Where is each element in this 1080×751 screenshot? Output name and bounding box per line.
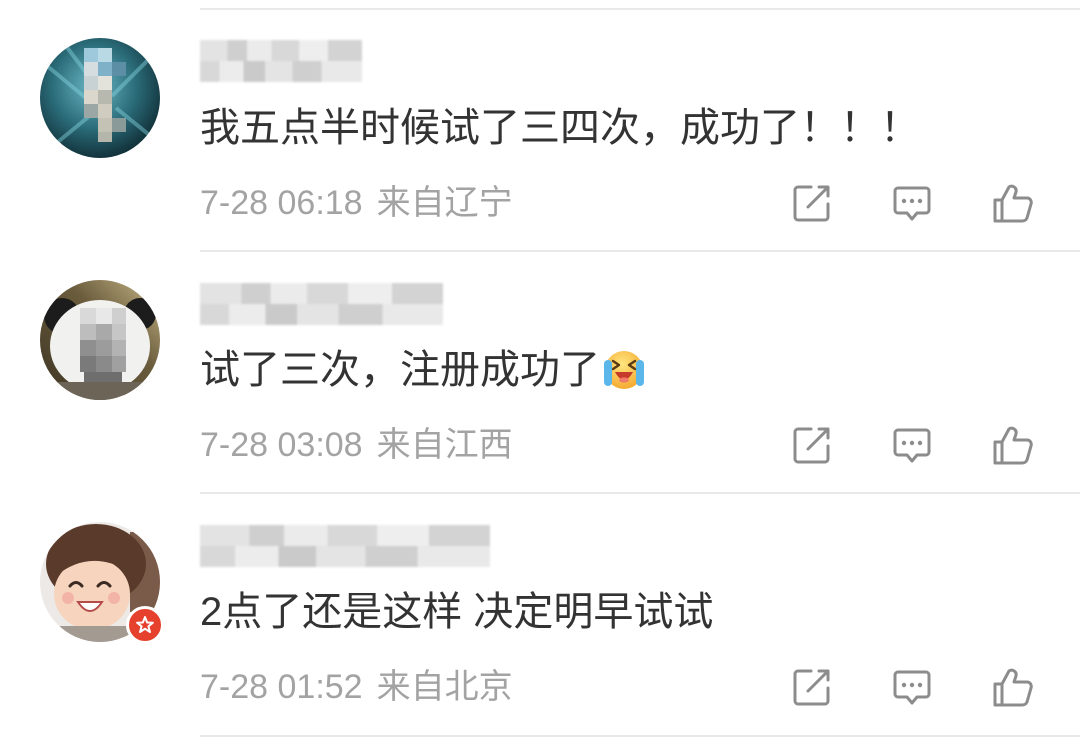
repost-icon <box>793 185 830 222</box>
comment-time: 7-28 06:18 <box>200 184 363 222</box>
avatar-image <box>40 280 160 400</box>
comment-item: 试了三次，注册成功了 7-28 03:08 来自江西 <box>0 250 1080 492</box>
avatar-image <box>40 38 160 158</box>
repost-icon <box>793 669 830 706</box>
reply-button[interactable] <box>890 181 934 225</box>
verified-star-badge <box>126 606 164 644</box>
comment-text: 试了三次，注册成功了 <box>200 346 646 394</box>
comment-icon <box>893 428 931 463</box>
comment-text-content: 试了三次，注册成功了 <box>200 348 600 392</box>
reply-button[interactable] <box>890 423 934 467</box>
divider <box>200 735 1080 737</box>
like-button[interactable] <box>990 423 1034 467</box>
comment-list: 我五点半时候试了三四次，成功了！！！ 7-28 06:18 来自辽宁 试了三次，… <box>0 0 1080 751</box>
comment-text-content: 我五点半时候试了三四次，成功了！！！ <box>200 106 920 150</box>
thumbs-up-icon <box>993 184 1033 223</box>
comment-meta: 7-28 01:52 来自北京 <box>200 667 513 707</box>
user-avatar[interactable] <box>40 522 164 644</box>
thumbs-up-icon <box>993 426 1033 465</box>
repost-icon <box>793 427 830 464</box>
comment-text-content: 2点了还是这样 决定明早试试 <box>200 590 714 634</box>
user-avatar[interactable] <box>40 38 160 158</box>
username[interactable] <box>200 40 362 82</box>
username[interactable] <box>200 525 490 567</box>
reply-button[interactable] <box>890 665 934 709</box>
comment-item: 我五点半时候试了三四次，成功了！！！ 7-28 06:18 来自辽宁 <box>0 8 1080 250</box>
like-button[interactable] <box>990 181 1034 225</box>
comment-location: 来自北京 <box>376 668 513 706</box>
repost-button[interactable] <box>790 423 834 467</box>
repost-button[interactable] <box>790 665 834 709</box>
star-icon <box>136 616 154 633</box>
comment-text: 2点了还是这样 决定明早试试 <box>200 588 713 636</box>
comment-icon <box>893 670 931 705</box>
comment-location: 来自江西 <box>376 426 513 464</box>
repost-button[interactable] <box>790 181 834 225</box>
comment-time: 7-28 03:08 <box>200 426 363 464</box>
username[interactable] <box>200 283 443 325</box>
comment-item: 2点了还是这样 决定明早试试 7-28 01:52 来自北京 <box>0 492 1080 734</box>
user-avatar[interactable] <box>40 280 160 400</box>
like-button[interactable] <box>990 665 1034 709</box>
comment-icon <box>893 186 931 221</box>
comment-time: 7-28 01:52 <box>200 668 363 706</box>
comment-meta: 7-28 06:18 来自辽宁 <box>200 183 513 223</box>
comment-meta: 7-28 03:08 来自江西 <box>200 425 513 465</box>
laughing-with-tears-emoji-icon <box>602 347 646 391</box>
comment-text: 我五点半时候试了三四次，成功了！！！ <box>200 104 920 152</box>
comment-location: 来自辽宁 <box>376 184 513 222</box>
thumbs-up-icon <box>993 668 1033 707</box>
